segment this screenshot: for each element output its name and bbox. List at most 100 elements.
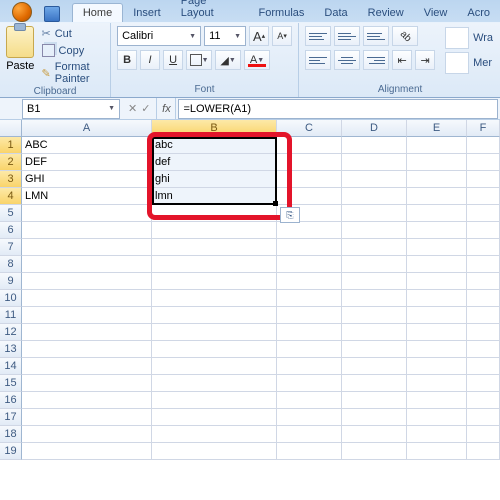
cell[interactable]: [22, 290, 152, 307]
font-name-selector[interactable]: Calibri▼: [117, 26, 201, 46]
shrink-font-button[interactable]: A▾: [272, 26, 292, 46]
cell[interactable]: [22, 239, 152, 256]
row-header[interactable]: 8: [0, 256, 22, 273]
cell[interactable]: [22, 358, 152, 375]
cell[interactable]: [467, 205, 500, 222]
cell[interactable]: [407, 426, 467, 443]
row-header[interactable]: 2: [0, 154, 22, 171]
cell[interactable]: [407, 154, 467, 171]
cell[interactable]: [467, 273, 500, 290]
row-header[interactable]: 12: [0, 324, 22, 341]
row-header[interactable]: 16: [0, 392, 22, 409]
cell[interactable]: [467, 307, 500, 324]
cell[interactable]: [152, 443, 277, 460]
column-header[interactable]: B: [152, 120, 277, 137]
cell[interactable]: abc: [152, 137, 277, 154]
cell[interactable]: [407, 409, 467, 426]
cell[interactable]: [22, 392, 152, 409]
cell[interactable]: [467, 426, 500, 443]
name-box[interactable]: B1 ▼: [22, 99, 120, 119]
cell[interactable]: [22, 375, 152, 392]
tab-home[interactable]: Home: [72, 3, 123, 22]
align-bottom-button[interactable]: [363, 26, 389, 46]
italic-button[interactable]: I: [140, 50, 160, 70]
cell[interactable]: [277, 324, 342, 341]
cell[interactable]: [407, 205, 467, 222]
cell[interactable]: [152, 324, 277, 341]
cell[interactable]: [22, 341, 152, 358]
decrease-indent-button[interactable]: ⇤: [392, 50, 412, 70]
fill-color-button[interactable]: ◢▼: [215, 50, 241, 70]
cell[interactable]: lmn: [152, 188, 277, 205]
cell[interactable]: [467, 171, 500, 188]
cell[interactable]: [407, 137, 467, 154]
cell[interactable]: GHI: [22, 171, 152, 188]
cell[interactable]: [467, 324, 500, 341]
cell[interactable]: [277, 409, 342, 426]
cell[interactable]: [342, 222, 407, 239]
column-header[interactable]: E: [407, 120, 467, 137]
save-icon[interactable]: [44, 6, 60, 22]
cell[interactable]: [342, 358, 407, 375]
cell[interactable]: [22, 273, 152, 290]
cell[interactable]: [342, 188, 407, 205]
cell[interactable]: [22, 205, 152, 222]
cell[interactable]: [407, 375, 467, 392]
align-right-button[interactable]: [363, 50, 389, 70]
align-left-button[interactable]: [305, 50, 331, 70]
cell[interactable]: [342, 409, 407, 426]
cell[interactable]: [152, 341, 277, 358]
cell[interactable]: [467, 443, 500, 460]
cell[interactable]: [277, 443, 342, 460]
cell[interactable]: [467, 188, 500, 205]
row-header[interactable]: 1: [0, 137, 22, 154]
cell[interactable]: [277, 341, 342, 358]
cell[interactable]: [342, 239, 407, 256]
cell[interactable]: [342, 137, 407, 154]
column-header[interactable]: D: [342, 120, 407, 137]
cell[interactable]: [467, 290, 500, 307]
cell[interactable]: [467, 256, 500, 273]
cell[interactable]: [277, 188, 342, 205]
cell[interactable]: [407, 239, 467, 256]
cell[interactable]: [407, 222, 467, 239]
cell[interactable]: [407, 188, 467, 205]
cell[interactable]: [152, 426, 277, 443]
cell[interactable]: [277, 307, 342, 324]
cell[interactable]: [407, 392, 467, 409]
cell[interactable]: [467, 222, 500, 239]
row-header[interactable]: 5: [0, 205, 22, 222]
cell[interactable]: [152, 273, 277, 290]
cell[interactable]: DEF: [22, 154, 152, 171]
cell[interactable]: [467, 154, 500, 171]
cell[interactable]: [22, 443, 152, 460]
row-header[interactable]: 4: [0, 188, 22, 205]
cell[interactable]: [342, 392, 407, 409]
cell[interactable]: [277, 358, 342, 375]
cell[interactable]: [342, 324, 407, 341]
row-header[interactable]: 18: [0, 426, 22, 443]
cell[interactable]: [407, 171, 467, 188]
cell[interactable]: [152, 222, 277, 239]
copy-button[interactable]: Copy: [39, 43, 105, 58]
cell[interactable]: [407, 358, 467, 375]
cell[interactable]: [407, 290, 467, 307]
cell[interactable]: [277, 426, 342, 443]
align-center-button[interactable]: [334, 50, 360, 70]
cell[interactable]: [467, 358, 500, 375]
enter-icon[interactable]: ✓: [141, 102, 150, 115]
tab-acrobat-partial[interactable]: Acro: [457, 4, 500, 22]
office-button[interactable]: [6, 2, 38, 22]
cell[interactable]: def: [152, 154, 277, 171]
cell[interactable]: [277, 222, 342, 239]
cell[interactable]: [277, 256, 342, 273]
cell[interactable]: [152, 256, 277, 273]
cell[interactable]: [152, 239, 277, 256]
row-header[interactable]: 6: [0, 222, 22, 239]
cell[interactable]: [22, 409, 152, 426]
cell[interactable]: [277, 171, 342, 188]
merge-button[interactable]: Mer: [443, 51, 495, 75]
align-middle-button[interactable]: [334, 26, 360, 46]
cell[interactable]: [407, 307, 467, 324]
cut-button[interactable]: ✂Cut: [39, 26, 105, 41]
